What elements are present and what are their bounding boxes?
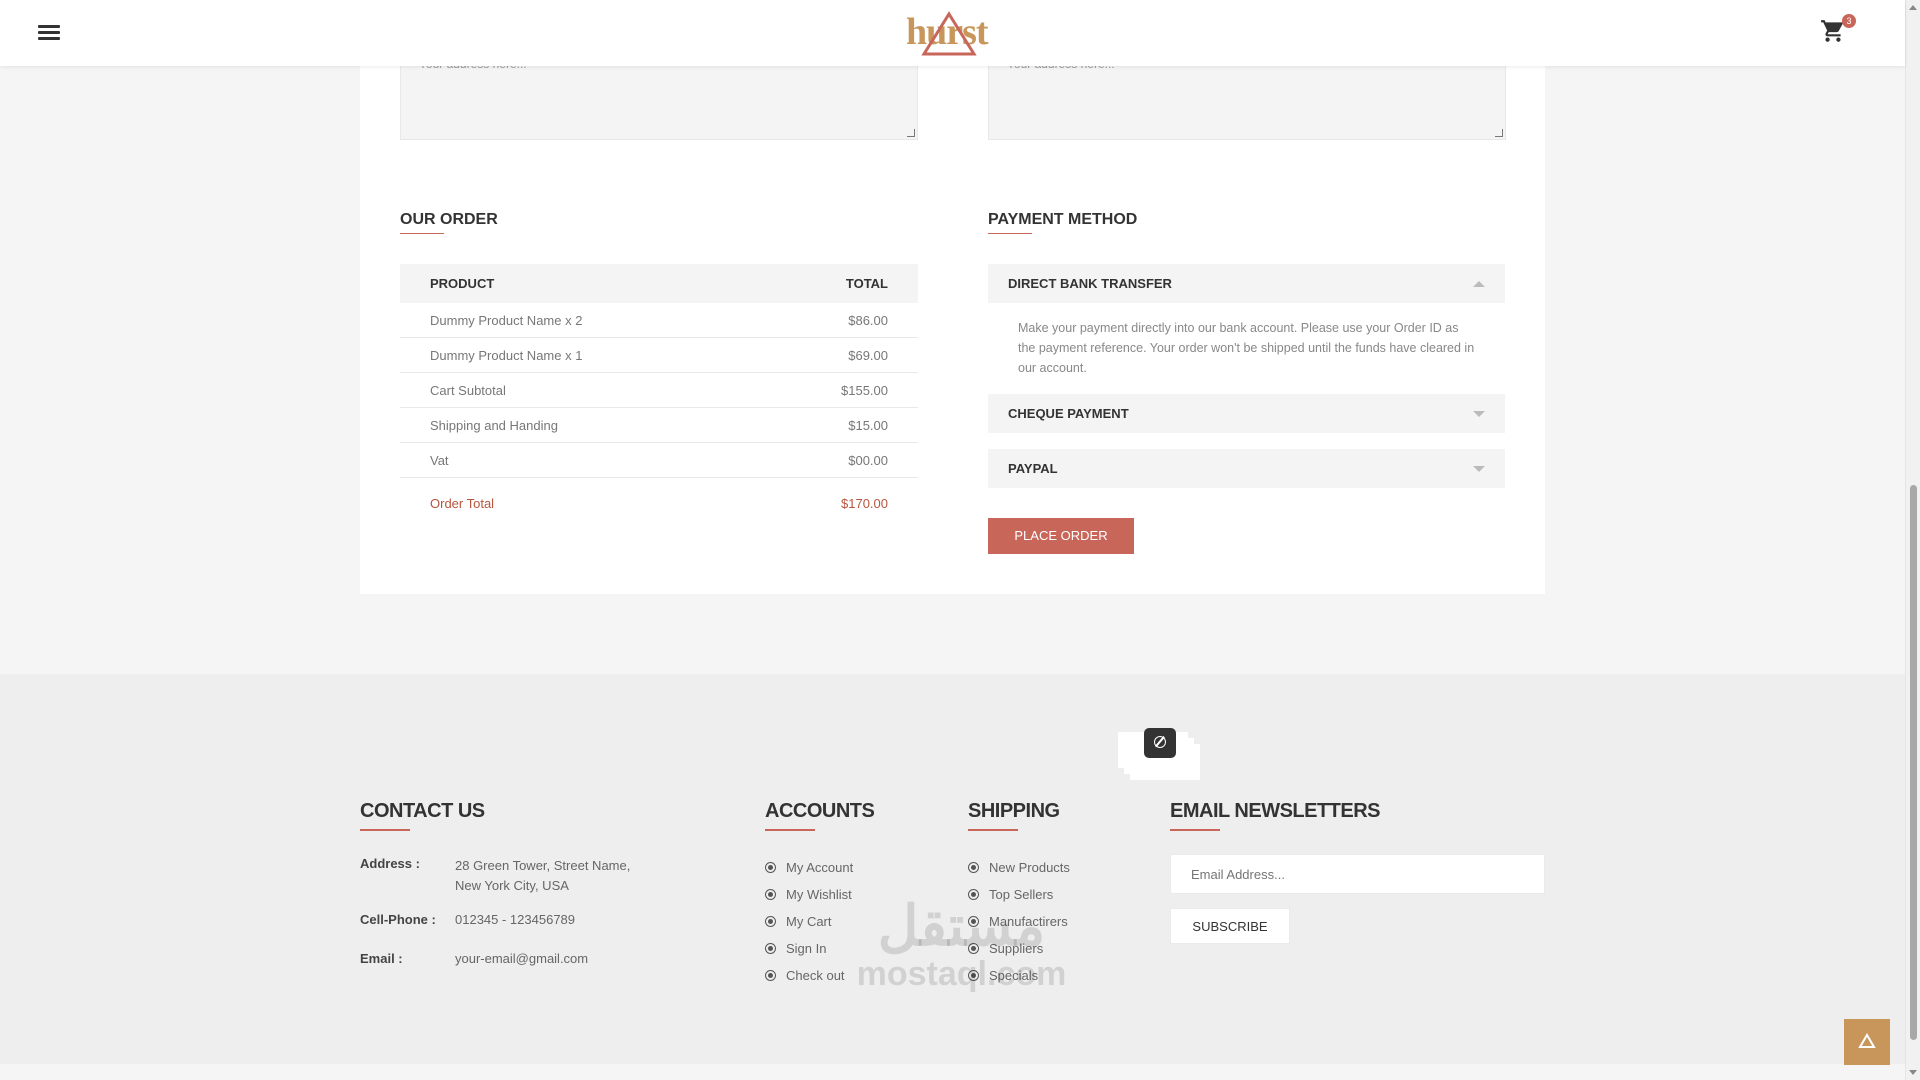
payment-option-label: PAYPAL: [1008, 461, 1058, 476]
scroll-down-arrow-icon[interactable]: [1909, 1070, 1917, 1075]
address-label: Address :: [360, 856, 420, 871]
payment-accordion-header[interactable]: DIRECT BANK TRANSFER: [988, 264, 1505, 303]
order-row-value: $86.00: [848, 312, 888, 328]
order-row-label: Shipping and Handing: [430, 417, 558, 433]
triangle-up-icon: [1858, 1033, 1876, 1048]
order-row: Shipping and Handing $15.00: [400, 408, 918, 443]
newsletter-title: EMAIL NEWSLETTERS: [1170, 800, 1381, 831]
watermark: مستقل mostaql.com: [844, 894, 1079, 993]
link-label: Sign In: [786, 941, 827, 956]
radio-bullet-icon: [765, 943, 776, 954]
footer-link-my-cart[interactable]: My Cart: [765, 908, 853, 935]
accounts-link-list: My Account My Wishlist My Cart Sign In C…: [765, 854, 853, 989]
order-row-label: Dummy Product Name x 1: [430, 347, 583, 363]
radio-bullet-icon: [765, 862, 776, 873]
cart-icon[interactable]: 3: [1820, 14, 1856, 50]
resize-handle-icon[interactable]: [1495, 129, 1503, 137]
chevron-down-icon: [1473, 465, 1485, 472]
email-label: Email :: [360, 951, 403, 966]
footer-link-sign-in[interactable]: Sign In: [765, 935, 853, 962]
order-total-value: $170.00: [841, 495, 888, 511]
order-row: Dummy Product Name x 2 $86.00: [400, 303, 918, 338]
accounts-title: ACCOUNTS: [765, 800, 875, 831]
page-bottom-strip: [0, 1064, 1905, 1080]
place-order-button[interactable]: PLACE ORDER: [988, 518, 1134, 554]
watermark-latin: mostaql.com: [856, 955, 1067, 993]
order-row-value: $15.00: [848, 417, 888, 433]
order-row-label: Cart Subtotal: [430, 382, 506, 398]
order-row-label: Dummy Product Name x 2: [430, 312, 583, 328]
floating-widget[interactable]: [1118, 728, 1200, 782]
scrollbar-thumb[interactable]: [1910, 485, 1917, 1040]
phone-value: 012345 - 123456789: [455, 912, 576, 927]
logo-triangle-icon: [921, 11, 977, 56]
radio-bullet-icon: [765, 970, 776, 981]
site-header: hurst 3: [0, 0, 1905, 66]
watermark-arabic: مستقل: [877, 894, 1046, 957]
link-label: New Products: [989, 860, 1070, 875]
site-logo[interactable]: hurst: [902, 6, 1002, 58]
hamburger-menu-icon[interactable]: [38, 25, 62, 43]
contact-us-title: CONTACT US: [360, 800, 485, 831]
chevron-down-icon: [1473, 410, 1485, 417]
address-value: 28 Green Tower, Street Name, New York Ci…: [455, 856, 655, 896]
bank-transfer-description: Make your payment directly into our bank…: [1018, 321, 1475, 375]
scroll-up-arrow-icon[interactable]: [1909, 5, 1917, 10]
link-label: My Account: [786, 860, 854, 875]
page-scrollbar[interactable]: [1905, 0, 1920, 1080]
email-value[interactable]: your-email@gmail.com: [455, 949, 655, 969]
order-table-header: PRODUCT TOTAL: [400, 264, 918, 303]
total-column-header: TOTAL: [845, 276, 888, 291]
payment-option-label: CHEQUE PAYMENT: [1008, 406, 1129, 421]
site-footer: CONTACT US Address : 28 Green Tower, Str…: [0, 674, 1905, 1064]
order-row-value: $00.00: [848, 452, 888, 468]
shipping-title: SHIPPING: [968, 800, 1060, 831]
payment-option-label: DIRECT BANK TRANSFER: [1008, 276, 1172, 291]
order-section-title: OUR ORDER: [400, 211, 498, 234]
link-label: Check out: [786, 968, 845, 983]
phone-label: Cell-Phone :: [360, 912, 436, 927]
link-label: My Wishlist: [786, 887, 852, 902]
order-row-value: $69.00: [848, 347, 888, 363]
payment-accordion-header[interactable]: PAYPAL: [988, 449, 1505, 488]
order-row: Dummy Product Name x 1 $69.00: [400, 338, 918, 373]
footer-link-my-account[interactable]: My Account: [765, 854, 853, 881]
payment-option-cheque[interactable]: CHEQUE PAYMENT: [988, 394, 1505, 433]
resize-handle-icon[interactable]: [907, 129, 915, 137]
payment-accordion-header[interactable]: CHEQUE PAYMENT: [988, 394, 1505, 433]
payment-option-bank-transfer[interactable]: DIRECT BANK TRANSFER: [988, 264, 1505, 303]
checkout-card: Your address here... Your address here..…: [360, 0, 1545, 594]
block-icon[interactable]: [1144, 728, 1176, 758]
order-total-row: Order Total $170.00: [400, 478, 918, 528]
payment-section-title: PAYMENT METHOD: [988, 211, 1138, 234]
order-row: Cart Subtotal $155.00: [400, 373, 918, 408]
chevron-up-icon: [1473, 280, 1485, 287]
footer-link-my-wishlist[interactable]: My Wishlist: [765, 881, 853, 908]
radio-bullet-icon: [765, 916, 776, 927]
subscribe-button[interactable]: SUBSCRIBE: [1170, 908, 1290, 944]
cart-count-badge: 3: [1842, 14, 1856, 28]
newsletter-email-input[interactable]: [1170, 854, 1545, 894]
radio-bullet-icon: [968, 862, 979, 873]
order-total-label: Order Total: [430, 495, 495, 511]
radio-bullet-icon: [765, 889, 776, 900]
link-label: My Cart: [786, 914, 832, 929]
address-line-2: New York City, USA: [455, 878, 569, 893]
scroll-to-top-button[interactable]: [1844, 1019, 1890, 1065]
product-column-header: PRODUCT: [430, 276, 495, 291]
payment-option-paypal[interactable]: PAYPAL: [988, 449, 1505, 488]
order-row-value: $155.00: [841, 382, 888, 398]
order-row: Vat $00.00: [400, 443, 918, 478]
order-table: PRODUCT TOTAL Dummy Product Name x 2 $86…: [400, 264, 918, 528]
order-row-label: Vat: [430, 452, 449, 468]
footer-link-new-products[interactable]: New Products: [968, 854, 1070, 881]
address-line-1: 28 Green Tower, Street Name,: [455, 858, 631, 873]
footer-link-check-out[interactable]: Check out: [765, 962, 853, 989]
